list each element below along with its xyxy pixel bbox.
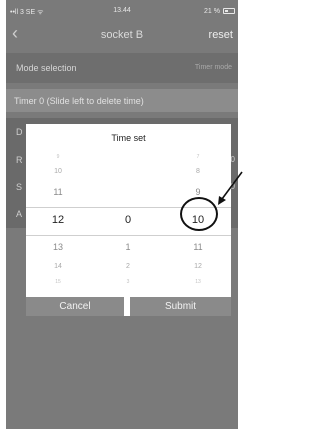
annotation-arrow-icon [218,171,243,205]
